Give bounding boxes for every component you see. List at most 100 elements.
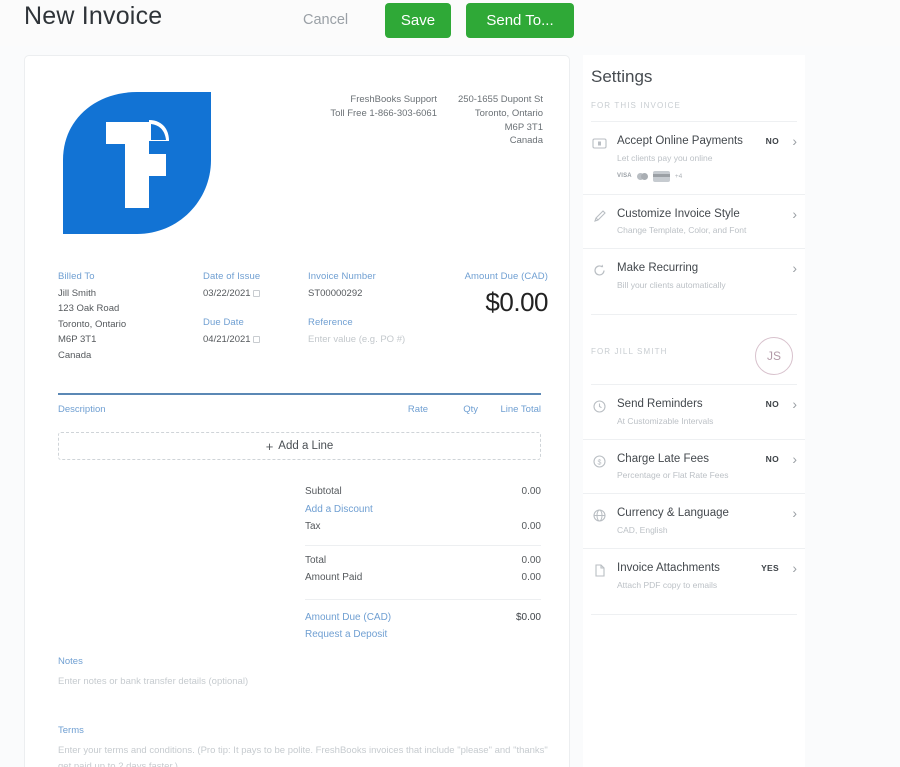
due-date-label: Due Date	[203, 317, 244, 329]
business-address-line4: Canada	[509, 135, 543, 147]
chevron-right-icon[interactable]: ›	[792, 133, 797, 149]
terms-section: Terms Enter your terms and conditions. (…	[58, 725, 563, 767]
settings-item-make-recurring[interactable]: Make Recurring Bill your clients automat…	[583, 248, 805, 303]
amount-paid-value: 0.00	[521, 572, 541, 583]
notes-label: Notes	[58, 656, 83, 667]
client-city: Toronto, Ontario	[58, 318, 127, 330]
total-row: Total 0.00	[305, 552, 541, 570]
settings-item-subtitle: Attach PDF copy to emails	[617, 579, 718, 590]
send-to-button[interactable]: Send To...	[466, 3, 574, 38]
column-rate: Rate	[407, 404, 428, 415]
add-discount-link[interactable]: Add a Discount	[305, 501, 373, 519]
totals-amount-due-label: Amount Due (CAD)	[305, 611, 392, 623]
status-badge: NO	[765, 453, 779, 464]
totals-divider	[305, 544, 541, 546]
request-deposit-link[interactable]: Request a Deposit	[305, 626, 387, 644]
chevron-right-icon[interactable]: ›	[792, 206, 797, 222]
reference-label: Reference	[308, 317, 353, 329]
notes-section: Notes Enter notes or bank transfer detai…	[58, 656, 541, 690]
reference-input[interactable]: Enter value (e.g. PO #)	[308, 332, 458, 347]
dates-block: Date of Issue 03/22/2021 Due Date 04/21/…	[203, 268, 308, 363]
recurring-icon	[592, 263, 607, 278]
business-address-line1: 250-1655 Dupont St	[457, 94, 543, 105]
save-button[interactable]: Save	[385, 3, 451, 38]
chevron-right-icon[interactable]: ›	[792, 260, 797, 276]
line-items-divider	[58, 393, 541, 395]
settings-item-subtitle: Change Template, Color, and Font	[617, 225, 747, 236]
client-country: Canada	[58, 349, 92, 361]
discount-row[interactable]: Add a Discount	[305, 501, 541, 519]
column-description: Description	[58, 404, 106, 415]
cancel-button[interactable]: Cancel	[303, 12, 348, 28]
amount-due-value: $0.00	[485, 287, 548, 318]
settings-item-invoice-attachments[interactable]: Invoice Attachments Attach PDF copy to e…	[583, 548, 805, 603]
notes-input[interactable]: Enter notes or bank transfer details (op…	[58, 674, 541, 690]
business-address-line3: M6P 3T1	[504, 121, 543, 133]
amount-paid-row: Amount Paid 0.00	[305, 569, 541, 587]
dollar-clock-icon: $	[592, 454, 607, 469]
settings-section-invoice-label: FOR THIS INVOICE	[591, 101, 681, 110]
mastercard-icon	[636, 172, 648, 180]
date-of-issue-field[interactable]: 03/22/2021	[203, 286, 308, 301]
billed-to-label: Billed To	[58, 271, 95, 282]
more-payment-methods-label: +4	[674, 172, 683, 180]
invoice-number-label: Invoice Number	[308, 271, 376, 282]
freshbooks-logo[interactable]	[63, 92, 211, 234]
online-payments-icon	[592, 136, 607, 151]
settings-item-title: Currency & Language	[617, 507, 729, 520]
settings-title: Settings	[591, 67, 653, 86]
column-qty: Qty	[463, 404, 478, 415]
settings-item-currency-language[interactable]: Currency & Language CAD, English ›	[583, 493, 805, 548]
chevron-right-icon[interactable]: ›	[792, 396, 797, 412]
settings-item-title: Send Reminders	[617, 398, 703, 411]
settings-item-subtitle: Bill your clients automatically	[617, 280, 726, 291]
totals-divider-2	[305, 598, 541, 600]
settings-divider	[591, 613, 797, 615]
add-a-line-label: Add a Line	[278, 440, 334, 452]
settings-item-accept-online-payments[interactable]: Accept Online Payments Let clients pay y…	[583, 122, 805, 194]
due-date-value: 04/21/2021	[203, 334, 251, 346]
chevron-right-icon[interactable]: ›	[792, 505, 797, 521]
amount-paid-label: Amount Paid	[305, 572, 363, 583]
line-items-header: Description Rate Qty Line Total	[58, 404, 541, 415]
settings-item-subtitle: At Customizable Intervals	[617, 415, 714, 426]
client-name: Jill Smith	[58, 288, 97, 300]
total-label: Total	[305, 554, 327, 566]
settings-item-send-reminders[interactable]: Send Reminders At Customizable Intervals…	[583, 385, 805, 439]
terms-label: Terms	[58, 725, 84, 736]
due-date-field[interactable]: 04/21/2021	[203, 332, 308, 347]
billed-to-block[interactable]: Billed To Jill Smith 123 Oak Road Toront…	[58, 268, 203, 363]
paintbrush-icon	[592, 209, 607, 224]
chevron-right-icon[interactable]: ›	[792, 560, 797, 576]
avatar[interactable]: JS	[755, 337, 793, 376]
calendar-icon[interactable]	[252, 336, 260, 344]
settings-item-customize-invoice-style[interactable]: Customize Invoice Style Change Template,…	[583, 193, 805, 249]
tax-value: 0.00	[521, 521, 541, 532]
attachment-icon	[592, 563, 607, 578]
request-deposit-row[interactable]: Request a Deposit	[305, 626, 541, 644]
amount-due-block: Amount Due (CAD) $0.00	[458, 268, 549, 363]
chevron-right-icon[interactable]: ›	[792, 451, 797, 467]
add-a-line-button[interactable]: + Add a Line	[58, 432, 541, 460]
subtotal-label: Subtotal	[305, 486, 342, 497]
settings-item-title: Accept Online Payments	[617, 135, 743, 147]
invoice-number-block: Invoice Number ST00000292 Reference Ente…	[308, 268, 458, 363]
terms-input[interactable]: Enter your terms and conditions. (Pro ti…	[58, 743, 563, 767]
amount-due-row: Amount Due (CAD) $0.00	[305, 609, 541, 627]
settings-item-charge-late-fees[interactable]: $ Charge Late Fees Percentage or Flat Ra…	[583, 438, 805, 494]
date-of-issue-value: 03/22/2021	[203, 288, 251, 300]
settings-item-title: Customize Invoice Style	[617, 207, 740, 220]
date-of-issue-label: Date of Issue	[203, 271, 261, 282]
status-badge: NO	[765, 136, 779, 146]
totals-block: Subtotal 0.00 Add a Discount Tax 0.00 To…	[305, 483, 541, 644]
calendar-icon[interactable]	[252, 290, 260, 298]
tax-row: Tax 0.00	[305, 518, 541, 536]
status-badge: NO	[765, 399, 779, 410]
globe-icon	[592, 508, 607, 523]
subtotal-value: 0.00	[521, 486, 541, 497]
business-info: FreshBooks Support Toll Free 1-866-303-6…	[297, 93, 543, 148]
tax-label: Tax	[305, 521, 321, 532]
invoice-number-value[interactable]: ST00000292	[308, 286, 458, 301]
invoice-editor-page: New Invoice Cancel Save Send To... Fresh…	[0, 0, 900, 767]
amount-due-label: Amount Due (CAD)	[464, 271, 548, 282]
